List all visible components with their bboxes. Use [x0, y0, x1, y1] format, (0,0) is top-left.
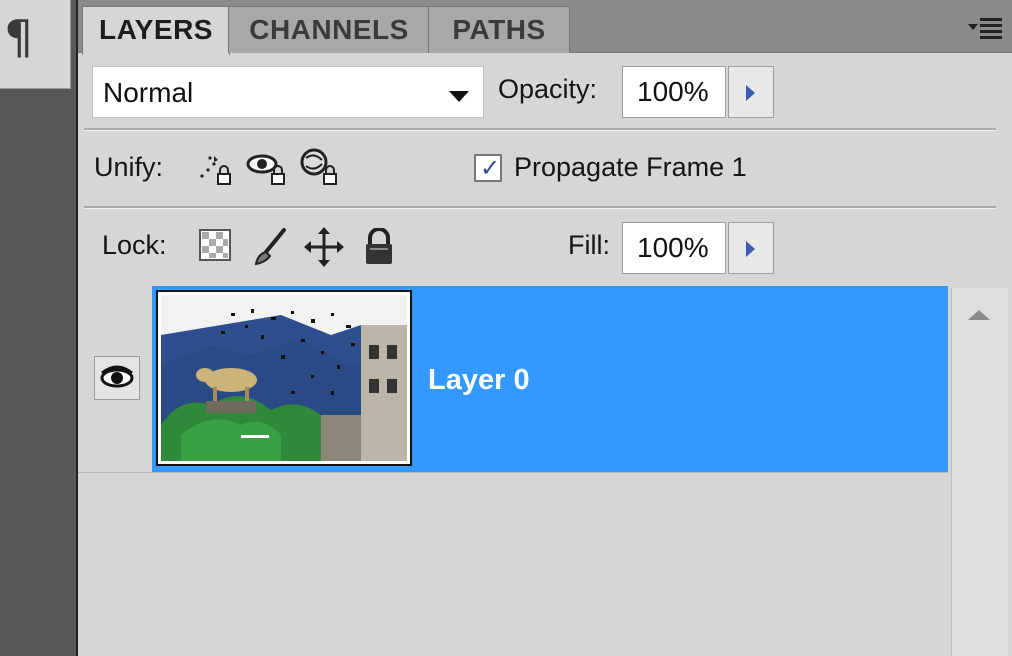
lock-all-icon[interactable]: [362, 228, 396, 266]
panel-tab-bar: LAYERS CHANNELS PATHS: [78, 0, 1012, 55]
layer-row[interactable]: Layer 0: [78, 286, 948, 473]
lock-label: Lock:: [102, 230, 167, 260]
eye-icon: [100, 365, 134, 388]
lock-transparent-pixels-icon[interactable]: [198, 228, 232, 262]
panel-menu-icon[interactable]: [968, 16, 1002, 40]
layers-panel: LAYERS CHANNELS PATHS Normal Opacity: 10…: [76, 0, 1012, 656]
arrow-right-icon: [746, 85, 755, 101]
blend-mode-value: Normal: [103, 77, 194, 108]
opacity-label: Opacity:: [498, 74, 598, 104]
paragraph-panel-button[interactable]: ¶: [0, 0, 71, 89]
layer-visibility-toggle[interactable]: [94, 356, 140, 400]
unify-position-icon[interactable]: [196, 150, 236, 190]
unify-visibility-icon[interactable]: [246, 150, 290, 190]
unify-label: Unify:: [94, 152, 164, 182]
lock-position-move-icon[interactable]: [304, 226, 344, 268]
layer-thumbnail[interactable]: [156, 290, 412, 466]
scroll-up-arrow-icon[interactable]: [968, 310, 990, 320]
opacity-slider-button[interactable]: [728, 66, 774, 118]
check-icon: ✓: [480, 155, 501, 182]
tab-channels[interactable]: CHANNELS: [228, 6, 430, 53]
divider: [84, 206, 996, 209]
divider: [84, 128, 996, 131]
paragraph-icon: ¶: [4, 10, 34, 64]
blend-mode-select[interactable]: Normal: [92, 66, 484, 118]
arrow-right-icon: [746, 241, 755, 257]
tab-layers[interactable]: LAYERS: [82, 6, 230, 55]
propagate-frame-checkbox[interactable]: ✓: [474, 154, 502, 182]
lock-image-pixels-brush-icon[interactable]: [250, 226, 290, 268]
chevron-down-icon: [449, 91, 469, 102]
left-dock: ¶: [0, 0, 74, 656]
opacity-field[interactable]: 100%: [622, 66, 726, 118]
fill-field[interactable]: 100%: [622, 222, 726, 274]
propagate-frame-label[interactable]: Propagate Frame 1: [514, 152, 747, 183]
layer-thumbnail-image: [161, 295, 407, 461]
layers-list: Layer 0: [78, 286, 948, 656]
unify-style-icon[interactable]: [298, 148, 342, 190]
tab-paths[interactable]: PATHS: [428, 6, 570, 53]
layers-scrollbar[interactable]: [951, 288, 1008, 656]
fill-slider-button[interactable]: [728, 222, 774, 274]
layer-name[interactable]: Layer 0: [428, 364, 530, 397]
fill-label: Fill:: [568, 230, 610, 260]
